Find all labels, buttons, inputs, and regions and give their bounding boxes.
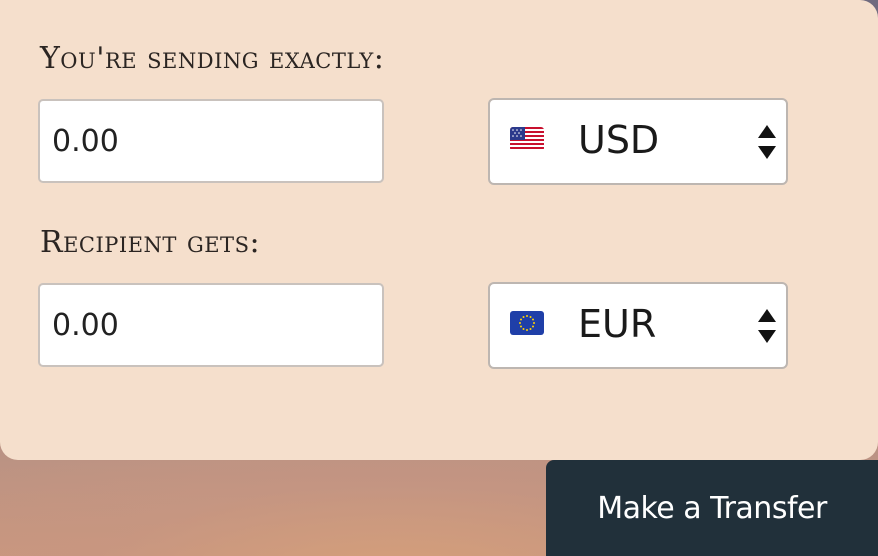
send-currency-code: USD: [578, 118, 660, 162]
send-amount-label: You're sending exactly:: [40, 41, 385, 76]
receive-amount-input[interactable]: [38, 283, 384, 367]
make-transfer-label: Make a Transfer: [597, 490, 827, 526]
receive-currency-code: EUR: [578, 302, 657, 346]
select-arrows-icon: [756, 122, 778, 162]
eu-flag-icon: [510, 311, 544, 335]
select-arrows-icon: [756, 306, 778, 346]
make-transfer-button[interactable]: Make a Transfer: [546, 460, 878, 556]
transfer-form-card: You're sending exactly: 0.00 USD Recipie…: [0, 0, 878, 460]
receive-amount-label: Recipient gets:: [40, 225, 261, 260]
us-flag-icon: [510, 127, 544, 151]
send-currency-select[interactable]: USD: [488, 98, 788, 185]
send-amount-input[interactable]: [38, 99, 384, 183]
receive-currency-select[interactable]: EUR: [488, 282, 788, 369]
